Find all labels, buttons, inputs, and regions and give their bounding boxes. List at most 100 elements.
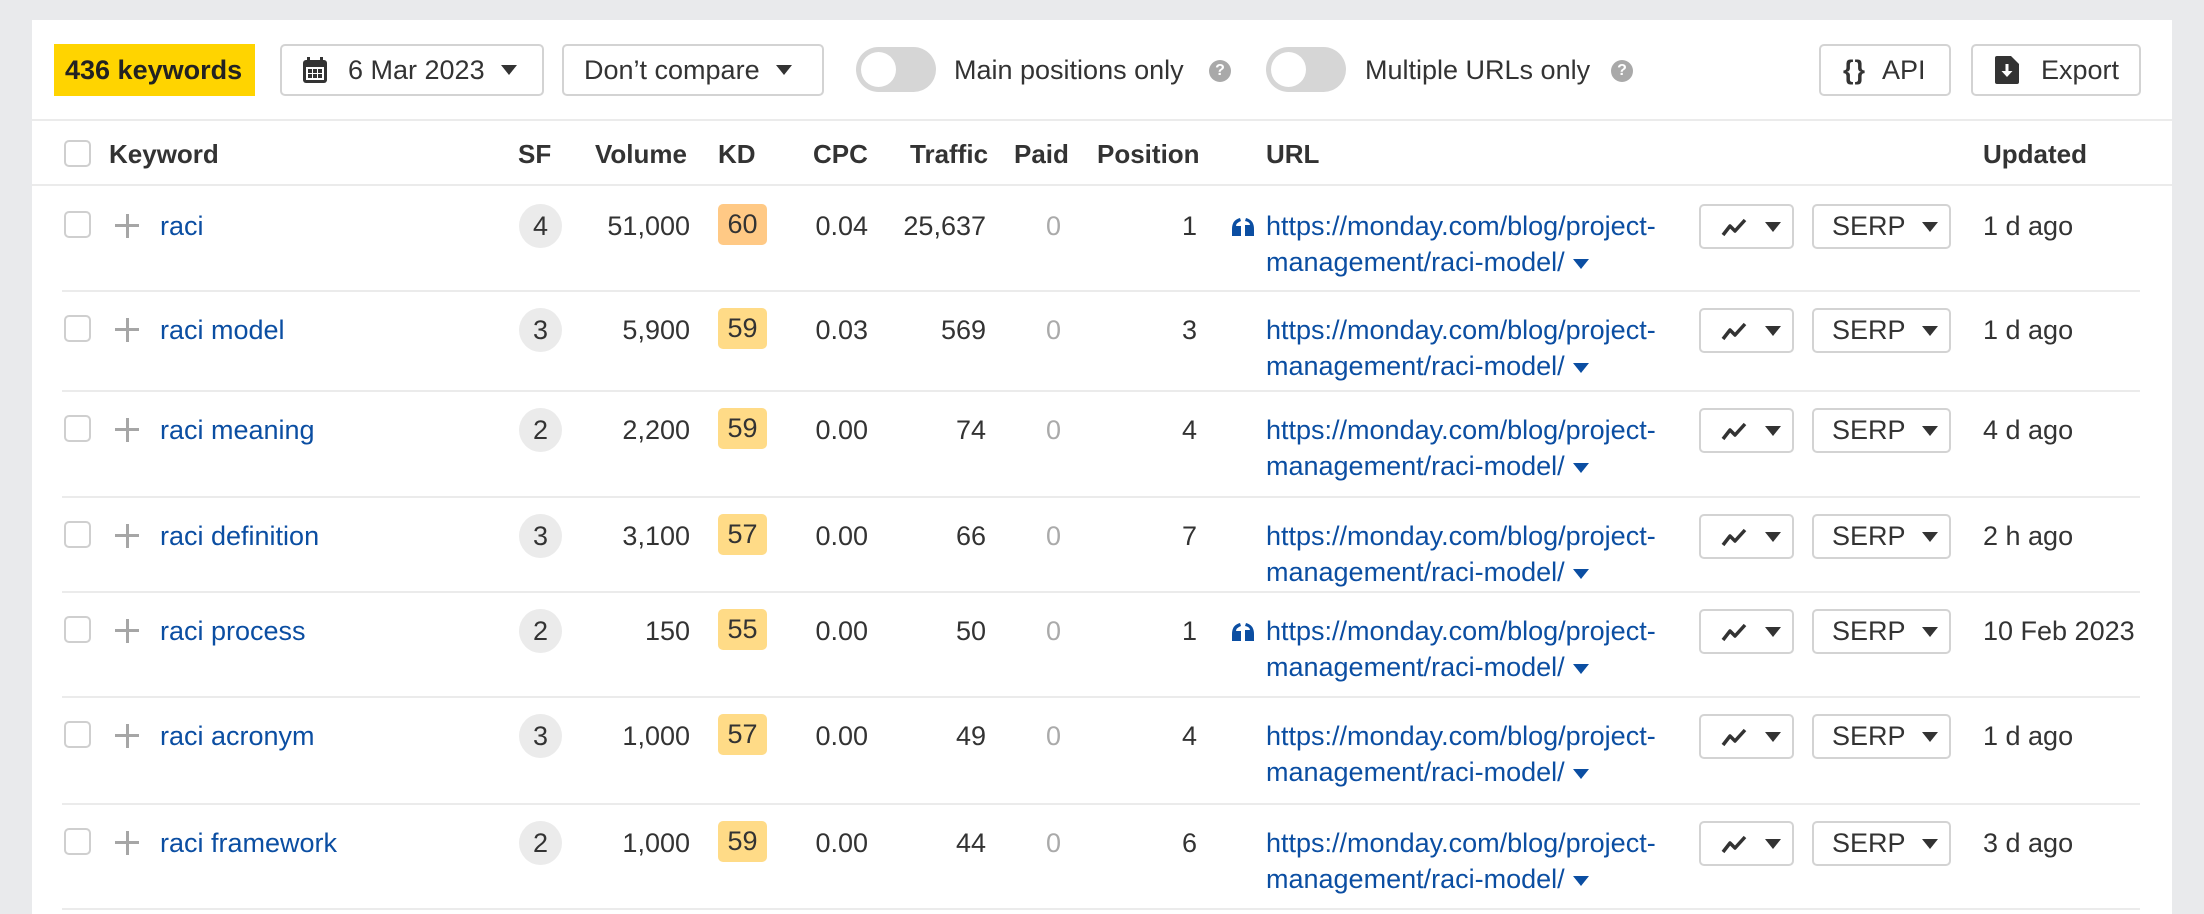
url-dropdown-caret-icon[interactable] bbox=[1572, 663, 1589, 674]
ranking-url-link[interactable]: https://monday.com/blog/project-manageme… bbox=[1266, 825, 1666, 897]
serp-label: SERP bbox=[1832, 315, 1906, 345]
column-header-kd[interactable]: KD bbox=[718, 139, 756, 169]
chevron-down-icon bbox=[1765, 731, 1781, 742]
serp-dropdown[interactable]: SERP bbox=[1812, 308, 1951, 353]
compare-dropdown[interactable]: Don’t compare bbox=[562, 44, 824, 96]
url-dropdown-caret-icon[interactable] bbox=[1572, 362, 1589, 373]
url-text: https://monday.com/blog/project-manageme… bbox=[1266, 616, 1656, 682]
plus-icon[interactable] bbox=[115, 826, 139, 860]
position-history-dropdown[interactable] bbox=[1699, 514, 1794, 559]
column-header-keyword[interactable]: Keyword bbox=[109, 139, 219, 169]
serp-label: SERP bbox=[1832, 521, 1906, 551]
plus-icon[interactable] bbox=[115, 413, 139, 447]
keyword-link[interactable]: raci bbox=[160, 208, 204, 244]
column-header-updated[interactable]: Updated bbox=[1983, 139, 2087, 169]
plus-icon[interactable] bbox=[115, 313, 139, 347]
serp-dropdown[interactable]: SERP bbox=[1812, 609, 1951, 654]
updated-value: 3 d ago bbox=[1983, 828, 2074, 858]
column-header-position[interactable]: Position bbox=[1097, 139, 1200, 169]
plus-icon[interactable] bbox=[115, 519, 139, 553]
calendar-icon bbox=[303, 57, 327, 83]
plus-icon[interactable] bbox=[115, 614, 139, 648]
chevron-down-icon bbox=[1765, 626, 1781, 637]
help-icon[interactable]: ? bbox=[1209, 60, 1231, 82]
url-dropdown-caret-icon[interactable] bbox=[1572, 875, 1589, 886]
serp-label: SERP bbox=[1832, 828, 1906, 858]
chevron-down-icon bbox=[1765, 325, 1781, 336]
keyword-link[interactable]: raci definition bbox=[160, 518, 319, 554]
row-checkbox[interactable] bbox=[64, 211, 91, 238]
updated-value: 1 d ago bbox=[1983, 721, 2074, 751]
column-header-traffic[interactable]: Traffic bbox=[910, 139, 988, 169]
plus-icon[interactable] bbox=[115, 719, 139, 753]
url-dropdown-caret-icon[interactable] bbox=[1572, 568, 1589, 579]
position-history-dropdown[interactable] bbox=[1699, 408, 1794, 453]
position-history-dropdown[interactable] bbox=[1699, 204, 1794, 249]
chevron-down-icon bbox=[1921, 626, 1938, 637]
multiple-urls-toggle[interactable] bbox=[1266, 47, 1346, 92]
api-button[interactable]: {} API bbox=[1819, 44, 1951, 96]
keyword-link[interactable]: raci model bbox=[160, 312, 285, 348]
chevron-down-icon bbox=[1765, 531, 1781, 542]
ranking-url-link[interactable]: https://monday.com/blog/project-manageme… bbox=[1266, 518, 1666, 590]
serp-label: SERP bbox=[1832, 721, 1906, 751]
serp-features-badge[interactable]: 3 bbox=[519, 514, 562, 558]
serp-dropdown[interactable]: SERP bbox=[1812, 204, 1951, 249]
row-checkbox[interactable] bbox=[64, 721, 91, 748]
serp-features-badge[interactable]: 3 bbox=[519, 714, 562, 758]
serp-features-badge[interactable]: 2 bbox=[519, 609, 562, 653]
url-dropdown-caret-icon[interactable] bbox=[1572, 462, 1589, 473]
row-checkbox[interactable] bbox=[64, 415, 91, 442]
volume-value: 5,900 bbox=[622, 315, 690, 345]
keyword-link[interactable]: raci acronym bbox=[160, 718, 315, 754]
ranking-url-link[interactable]: https://monday.com/blog/project-manageme… bbox=[1266, 613, 1666, 685]
row-checkbox[interactable] bbox=[64, 315, 91, 342]
column-header-paid[interactable]: Paid bbox=[1014, 139, 1069, 169]
ranking-url-link[interactable]: https://monday.com/blog/project-manageme… bbox=[1266, 312, 1666, 384]
keywords-panel: 436 keywords 6 Mar 2023 Don’t compare Ma… bbox=[32, 20, 2172, 914]
column-header-sf[interactable]: SF bbox=[518, 139, 551, 169]
trend-line-icon bbox=[1721, 528, 1747, 546]
serp-label: SERP bbox=[1832, 415, 1906, 445]
position-history-dropdown[interactable] bbox=[1699, 308, 1794, 353]
serp-features-badge[interactable]: 2 bbox=[519, 408, 562, 452]
keyword-link[interactable]: raci framework bbox=[160, 825, 337, 861]
row-checkbox[interactable] bbox=[64, 616, 91, 643]
chevron-down-icon bbox=[1921, 838, 1938, 849]
serp-label: SERP bbox=[1832, 211, 1906, 241]
volume-value: 1,000 bbox=[622, 828, 690, 858]
date-picker-button[interactable]: 6 Mar 2023 bbox=[280, 44, 544, 96]
serp-dropdown[interactable]: SERP bbox=[1812, 408, 1951, 453]
traffic-value: 74 bbox=[955, 415, 986, 445]
updated-value: 2 h ago bbox=[1983, 521, 2074, 551]
column-header-cpc[interactable]: CPC bbox=[813, 139, 868, 169]
serp-features-badge[interactable]: 3 bbox=[519, 308, 562, 352]
url-dropdown-caret-icon[interactable] bbox=[1572, 258, 1589, 269]
serp-dropdown[interactable]: SERP bbox=[1812, 821, 1951, 866]
row-checkbox[interactable] bbox=[64, 828, 91, 855]
keyword-link[interactable]: raci meaning bbox=[160, 412, 315, 448]
help-icon[interactable]: ? bbox=[1611, 60, 1633, 82]
url-text: https://monday.com/blog/project-manageme… bbox=[1266, 211, 1656, 277]
traffic-value: 25,637 bbox=[903, 211, 986, 241]
position-history-dropdown[interactable] bbox=[1699, 714, 1794, 759]
column-header-volume[interactable]: Volume bbox=[595, 139, 687, 169]
ranking-url-link[interactable]: https://monday.com/blog/project-manageme… bbox=[1266, 412, 1666, 484]
chevron-down-icon bbox=[1921, 325, 1938, 336]
serp-features-badge[interactable]: 2 bbox=[519, 821, 562, 865]
select-all-checkbox[interactable] bbox=[64, 140, 91, 167]
position-history-dropdown[interactable] bbox=[1699, 821, 1794, 866]
main-positions-toggle[interactable] bbox=[856, 47, 936, 92]
url-dropdown-caret-icon[interactable] bbox=[1572, 768, 1589, 779]
kd-badge: 59 bbox=[718, 308, 767, 349]
row-checkbox[interactable] bbox=[64, 521, 91, 548]
plus-icon[interactable] bbox=[115, 209, 139, 243]
keyword-link[interactable]: raci process bbox=[160, 613, 306, 649]
export-button[interactable]: Export bbox=[1971, 44, 2141, 96]
position-history-dropdown[interactable] bbox=[1699, 609, 1794, 654]
ranking-url-link[interactable]: https://monday.com/blog/project-manageme… bbox=[1266, 208, 1666, 280]
serp-features-badge[interactable]: 4 bbox=[519, 204, 562, 248]
serp-dropdown[interactable]: SERP bbox=[1812, 714, 1951, 759]
serp-dropdown[interactable]: SERP bbox=[1812, 514, 1951, 559]
ranking-url-link[interactable]: https://monday.com/blog/project-manageme… bbox=[1266, 718, 1666, 790]
